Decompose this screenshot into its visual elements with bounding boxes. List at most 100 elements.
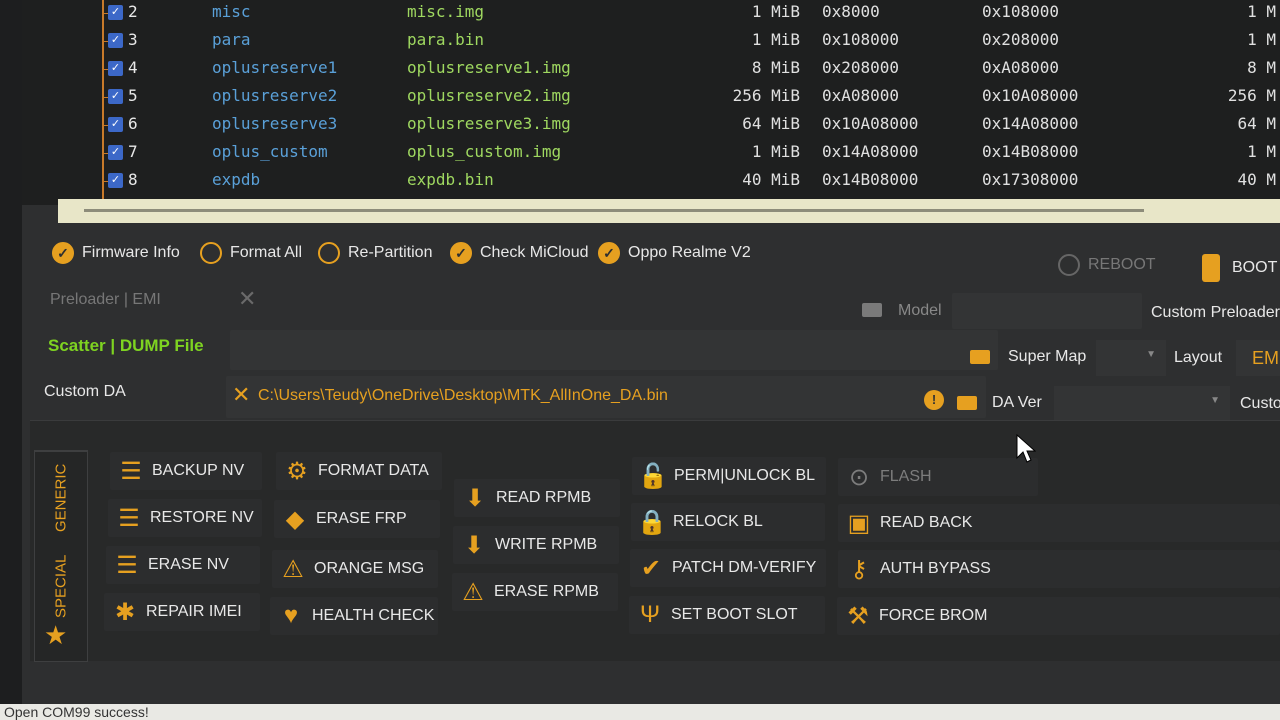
folder-icon[interactable]	[862, 303, 882, 317]
partition-start: 0x108000	[822, 30, 900, 49]
format-all-checkbox[interactable]: Format All	[200, 238, 302, 268]
re-partition-checkbox[interactable]: Re-Partition	[318, 238, 432, 268]
preloader-field[interactable]	[232, 284, 852, 324]
partition-end: 0x208000	[982, 30, 1060, 49]
orange-msg-button[interactable]: ⚠ ORANGE MSG	[272, 550, 438, 588]
row-checkbox[interactable]: ✓	[108, 145, 123, 160]
format-data-button[interactable]: ⚙ FORMAT DATA	[276, 452, 442, 490]
boot-button[interactable]: BOOT	[1202, 254, 1277, 282]
da-ver-select[interactable]: ▼	[1054, 386, 1230, 422]
custom-da-field[interactable]: ✕ C:\Users\Teudy\OneDrive\Desktop\MTK_Al…	[226, 376, 986, 418]
row-index: 5	[128, 86, 138, 105]
partition-end: 0x14A08000	[982, 114, 1079, 133]
button-label: PERM|UNLOCK BL	[674, 467, 816, 484]
erase-rpmb-button[interactable]: ⚠ ERASE RPMB	[452, 573, 618, 611]
table-row[interactable]: ✓ 3 para para.bin 1 MiB 0x108000 0x20800…	[22, 28, 1280, 56]
option-label: Oppo Realme V2	[628, 244, 751, 261]
table-row[interactable]: ✓ 2 misc misc.img 1 MiB 0x8000 0x108000 …	[22, 0, 1280, 28]
check-micloud-checkbox[interactable]: ✓ Check MiCloud	[450, 238, 588, 268]
set-boot-slot-button[interactable]: Ψ SET BOOT SLOT	[629, 596, 825, 634]
button-label: FORMAT DATA	[318, 462, 429, 479]
read-back-button[interactable]: ▣ READ BACK	[838, 504, 1280, 542]
warning-icon: ⚠	[282, 555, 304, 583]
erase-frp-button[interactable]: ◆ ERASE FRP	[274, 500, 440, 538]
tab-special[interactable]: SPECIAL	[35, 543, 87, 629]
reboot-button[interactable]: REBOOT	[1058, 254, 1156, 276]
status-text: Open COM99 success!	[4, 704, 149, 720]
check-icon: ✓	[598, 242, 620, 264]
scatter-field[interactable]	[230, 330, 998, 370]
partition-start: 0x14A08000	[822, 142, 919, 161]
scrollbar-thumb[interactable]	[84, 209, 1144, 212]
tab-generic[interactable]: GENERIC	[35, 451, 87, 544]
table-row[interactable]: ✓ 5 oplusreserve2 oplusreserve2.img 256 …	[22, 84, 1280, 112]
health-check-button[interactable]: ♥ HEALTH CHECK	[270, 597, 438, 635]
option-label: Re-Partition	[348, 244, 433, 261]
row-index: 4	[128, 58, 138, 77]
relock-bl-button[interactable]: 🔒 RELOCK BL	[631, 503, 825, 541]
table-row[interactable]: ✓ 4 oplusreserve1 oplusreserve1.img 8 Mi…	[22, 56, 1280, 84]
restore-nv-button[interactable]: ☰ RESTORE NV	[108, 499, 262, 537]
flash-button[interactable]: ⊙ FLASH	[838, 458, 1038, 496]
backup-nv-button[interactable]: ☰ BACKUP NV	[110, 452, 262, 490]
layout-select[interactable]: EMI	[1236, 340, 1280, 376]
auth-bypass-button[interactable]: ⚷ AUTH BYPASS	[838, 550, 1280, 588]
button-label: BACKUP NV	[152, 462, 245, 479]
partition-name: oplus_custom	[212, 142, 328, 161]
partition-file: oplusreserve3.img	[407, 114, 571, 133]
options-bar: ✓ Firmware Info Format All Re-Partition …	[50, 238, 810, 270]
partition-table: ✓ 2 misc misc.img 1 MiB 0x8000 0x108000 …	[22, 0, 1280, 205]
option-label: Format All	[230, 244, 303, 261]
read-rpmb-button[interactable]: ⬇ READ RPMB	[454, 479, 620, 517]
patch-dm-verify-button[interactable]: ✔ PATCH DM-VERIFY	[630, 549, 826, 587]
folder-icon[interactable]	[957, 396, 977, 410]
chevron-down-icon: ▼	[1146, 349, 1156, 360]
write-rpmb-button[interactable]: ⬇ WRITE RPMB	[453, 526, 619, 564]
option-label: Firmware Info	[82, 244, 180, 261]
force-brom-button[interactable]: ⚒ FORCE BROM	[837, 597, 1280, 635]
partition-name: para	[212, 30, 251, 49]
row-checkbox[interactable]: ✓	[108, 5, 123, 20]
row-checkbox[interactable]: ✓	[108, 173, 123, 188]
row-checkbox[interactable]: ✓	[108, 117, 123, 132]
lock-icon: 🔒	[637, 508, 667, 536]
partition-name: oplusreserve1	[212, 58, 338, 77]
row-index: 8	[128, 170, 138, 189]
reboot-label: REBOOT	[1088, 256, 1156, 273]
partition-start: 0xA08000	[822, 86, 900, 105]
firmware-info-checkbox[interactable]: ✓ Firmware Info	[52, 238, 180, 268]
check-icon: ✓	[450, 242, 472, 264]
partition-length: 256 M	[1227, 86, 1276, 105]
folder-icon[interactable]	[970, 350, 990, 364]
button-label: ERASE RPMB	[494, 583, 599, 600]
boot-label: BOOT	[1232, 259, 1278, 276]
star-icon: ★	[44, 620, 68, 650]
row-checkbox[interactable]: ✓	[108, 61, 123, 76]
oppo-realme-checkbox[interactable]: ✓ Oppo Realme V2	[598, 238, 751, 268]
table-row[interactable]: ✓ 7 oplus_custom oplus_custom.img 1 MiB …	[22, 140, 1280, 168]
status-bar: Open COM99 success!	[0, 704, 1280, 720]
partition-start: 0x14B08000	[822, 170, 919, 189]
super-map-select[interactable]: ▼	[1096, 340, 1166, 376]
table-row[interactable]: ✓ 6 oplusreserve3 oplusreserve3.img 64 M…	[22, 112, 1280, 140]
partition-end: 0x14B08000	[982, 142, 1079, 161]
row-checkbox[interactable]: ✓	[108, 89, 123, 104]
button-label: HEALTH CHECK	[312, 607, 435, 624]
perm-unlock-bl-button[interactable]: 🔓 PERM|UNLOCK BL	[632, 457, 826, 495]
layout-label: Layout	[1174, 349, 1223, 366]
partition-start: 0x10A08000	[822, 114, 919, 133]
erase-nv-button[interactable]: ☰ ERASE NV	[106, 546, 260, 584]
partition-start: 0x8000	[822, 2, 880, 21]
horizontal-scrollbar[interactable]	[58, 199, 1280, 223]
table-row[interactable]: ✓ 8 expdb expdb.bin 40 MiB 0x14B08000 0x…	[22, 168, 1280, 196]
button-label: READ BACK	[880, 514, 973, 531]
row-checkbox[interactable]: ✓	[108, 33, 123, 48]
info-icon[interactable]: !	[924, 390, 944, 410]
clear-icon[interactable]: ✕	[232, 382, 250, 408]
partition-name: oplusreserve2	[212, 86, 338, 105]
write-tray-icon: ⬇	[463, 531, 485, 559]
repair-imei-button[interactable]: ✱ REPAIR IMEI	[104, 593, 260, 631]
flash-download-icon: ⊙	[848, 463, 870, 491]
heart-icon: ♥	[283, 602, 299, 629]
model-field[interactable]	[952, 293, 1142, 329]
